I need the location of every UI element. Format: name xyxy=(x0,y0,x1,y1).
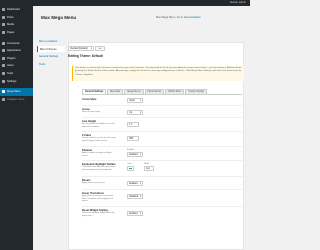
chevron-down-icon: ▾ xyxy=(140,196,142,198)
page-notice: Max Mega Menu. Go to documentation xyxy=(156,16,201,19)
arrow-style-value: Down xyxy=(129,100,136,102)
sidebar-item-pages[interactable]: Pages xyxy=(0,29,33,37)
shadow-sublabel: Enabled xyxy=(127,149,134,151)
main-content: Max Mega Menu Max Mega Menu. Go to docum… xyxy=(33,6,250,250)
sidebar-item-label: Users xyxy=(7,64,14,68)
hover-transitions-value: Disabled xyxy=(129,196,139,198)
brush-icon xyxy=(2,49,5,53)
sidebar-item-tools[interactable]: Tools xyxy=(0,70,33,78)
arrow-description: Select the arrow style. xyxy=(82,111,101,114)
row-reset-widget: Reset Widget Styling Resets the styling … xyxy=(82,208,242,222)
admin-bar-account[interactable]: Howdy, admin xyxy=(230,1,246,4)
resets-description: Apply resets to menu items. xyxy=(82,182,106,185)
sidebar-item-plugins[interactable]: Plugins xyxy=(0,55,33,63)
reset-widget-select[interactable]: Enabled ▾ xyxy=(127,211,143,216)
chevron-down-icon: ▾ xyxy=(90,47,92,50)
settings-nav-general-settings[interactable]: General Settings xyxy=(37,54,65,60)
row-hover-transitions: Hover Transitions Apply hover transition… xyxy=(82,191,242,207)
chevron-down-icon: ▾ xyxy=(140,183,142,185)
sidebar-item-label: Dashboard xyxy=(7,8,20,12)
sidebar-item-users[interactable]: Users xyxy=(0,62,33,70)
chevron-down-icon: ▾ xyxy=(140,154,142,156)
row-arrow-style: Arrow Style Down ▾ xyxy=(82,97,242,106)
sidebar-item-settings[interactable]: Settings xyxy=(0,77,33,85)
sidebar-item-dashboard[interactable]: Dashboard xyxy=(0,6,33,14)
outline-color-picker[interactable] xyxy=(127,166,134,171)
sidebar-item-label: Tools xyxy=(7,72,14,76)
reset-widget-description: Resets the styling of widgets within the… xyxy=(82,212,115,217)
collapse-menu-button[interactable]: Collapse menu xyxy=(0,96,33,104)
plugin-icon xyxy=(2,56,5,60)
sidebar-item-label: Plugins xyxy=(7,56,16,60)
sidebar-item-label: Media xyxy=(7,23,15,27)
collapse-menu-label: Collapse menu xyxy=(7,97,25,101)
outline-width-sublabel: Width xyxy=(144,163,149,165)
chevron-down-icon: ▾ xyxy=(140,213,142,215)
sidebar-item-comments[interactable]: Comments xyxy=(0,39,33,47)
sidebar-item-media[interactable]: Media xyxy=(0,21,33,29)
sidebar-item-posts[interactable]: Posts xyxy=(0,14,33,22)
row-arrow: Arrow Select the arrow style. Up ▾ xyxy=(82,107,242,118)
collapse-icon xyxy=(2,97,5,101)
outline-color-sublabel: Color xyxy=(127,163,132,165)
outline-width-input[interactable]: 1px xyxy=(144,166,154,171)
theme-go-button[interactable]: Go xyxy=(95,46,105,51)
tabs-divider xyxy=(82,94,242,95)
dashboard-icon xyxy=(2,8,5,12)
sidebar-item-appearance[interactable]: Appearance xyxy=(0,47,33,55)
chevron-down-icon: ▾ xyxy=(140,100,142,102)
row-resets: Resets Apply resets to menu items. Enabl… xyxy=(82,178,242,190)
media-icon xyxy=(2,23,5,27)
line-height-input[interactable]: 1.7 xyxy=(127,122,139,127)
outline-color-swatch xyxy=(128,167,133,169)
row-line-height: Line Height Set the general line height … xyxy=(82,119,242,132)
arrow-select[interactable]: Up ▾ xyxy=(127,110,143,115)
editing-theme-heading: Editing Theme: Default xyxy=(68,54,103,58)
settings-nav-menu-locations[interactable]: Menu Locations xyxy=(37,39,65,45)
sidebar-item-label: Posts xyxy=(7,15,14,19)
settings-nav: Menu Locations Menu Themes General Setting… xyxy=(37,39,65,69)
sidebar-item-mega-menu[interactable]: Mega Menu xyxy=(0,87,33,96)
shadow-description: Apply a shadow to mega and flyout menus. xyxy=(82,152,112,157)
sidebar-item-label: Settings xyxy=(7,79,17,83)
settings-nav-tools[interactable]: Tools xyxy=(37,61,65,67)
shadow-value: Enabled xyxy=(129,154,138,156)
resets-value: Enabled xyxy=(129,183,138,185)
documentation-link[interactable]: documentation xyxy=(184,16,201,19)
sidebar-item-label: Comments xyxy=(7,41,20,45)
arrow-style-select[interactable]: Down ▾ xyxy=(127,98,143,103)
shadow-select[interactable]: Enabled ▾ xyxy=(127,152,143,157)
pin-icon xyxy=(2,15,5,19)
z-index-input[interactable]: 999 xyxy=(127,136,139,141)
theme-select-value: Default (Default) xyxy=(70,47,88,50)
hover-transitions-select[interactable]: Disabled ▾ xyxy=(127,194,143,199)
keyboard-highlight-description: The outline color applied to menu items … xyxy=(82,166,115,171)
admin-sidebar: Dashboard Posts Media Pages Comments Appearan… xyxy=(0,6,33,250)
z-index-description: Set the z-index to ensure the sub menus … xyxy=(82,137,116,142)
hover-transitions-description: Apply hover transitions to menu items. N… xyxy=(82,195,115,203)
row-shadow: Shadow Apply a shadow to mega and flyout… xyxy=(82,148,242,161)
arrow-style-label: Arrow Style xyxy=(82,98,97,101)
chevron-down-icon: ▾ xyxy=(140,112,142,114)
row-keyboard-highlight: Keyboard Highlight Outline The outline c… xyxy=(82,162,242,177)
page-notice-text: Max Mega Menu. Go to xyxy=(156,16,184,19)
arrow-value: Up xyxy=(129,112,133,114)
settings-nav-menu-themes[interactable]: Menu Themes xyxy=(37,46,65,53)
resets-select[interactable]: Enabled ▾ xyxy=(127,181,143,186)
page-title: Max Mega Menu xyxy=(41,15,77,20)
page-icon xyxy=(2,31,5,35)
settings-icon xyxy=(2,79,5,83)
sidebar-item-label: Appearance xyxy=(7,49,21,53)
sidebar-item-label: Mega Menu xyxy=(7,90,21,94)
row-z-index: Z Index Set the z-index to ensure the su… xyxy=(82,133,242,147)
comment-icon xyxy=(2,41,5,45)
reset-widget-value: Enabled xyxy=(129,213,138,215)
menu-icon xyxy=(2,90,5,94)
wrench-icon xyxy=(2,72,5,76)
theme-select[interactable]: Default (Default) ▾ xyxy=(68,46,94,51)
theme-info-notice: This theme is used to style all menus co… xyxy=(72,66,244,81)
line-height-description: Set the general line height to use in th… xyxy=(82,123,115,128)
user-icon xyxy=(2,64,5,68)
sidebar-item-label: Pages xyxy=(7,31,15,35)
